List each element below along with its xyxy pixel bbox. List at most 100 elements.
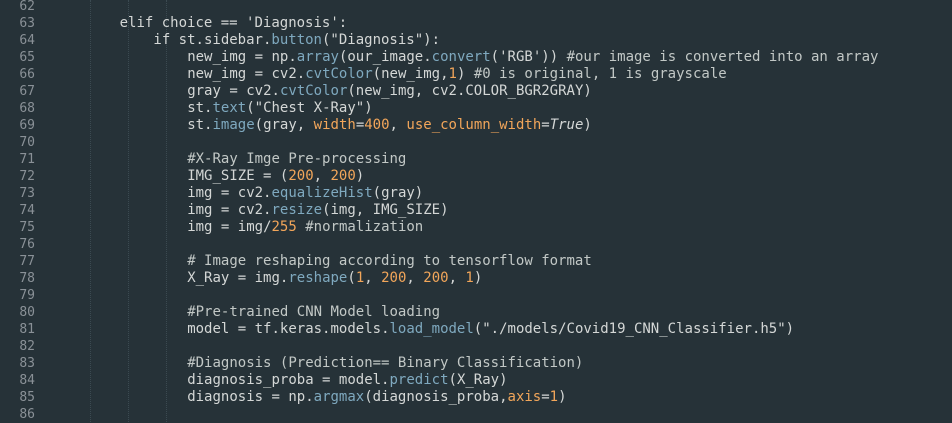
line-number: 78 [19, 271, 35, 286]
code-line[interactable]: 82 [0, 338, 952, 355]
code-line[interactable]: 83 #Diagnosis (Prediction== Binary Classi… [0, 355, 952, 372]
code-token-num: 200 [423, 270, 449, 286]
line-number: 81 [19, 322, 35, 337]
code-token-plain: tf.keras.models. [246, 321, 390, 337]
code-token-plain: ): [423, 32, 440, 48]
code-line[interactable]: 72 IMG_SIZE = (200, 200) [0, 168, 952, 185]
code-token-op: = [237, 270, 247, 286]
code-token-plain: , [389, 117, 407, 133]
code-token-str: 'Diagnosis' [246, 15, 339, 31]
code-token-str: "Diagnosis" [330, 32, 424, 48]
code-token-plain: new_img [187, 49, 255, 65]
code-token-num: 1 [465, 270, 474, 286]
code-token-num: 200 [381, 270, 407, 286]
code-text: #X-Ray Imge Pre-processing [187, 151, 406, 168]
line-number: 63 [19, 16, 35, 31]
code-token-plain: diagnosis [187, 389, 272, 405]
code-line[interactable]: 77 # Image reshaping according to tensorf… [0, 253, 952, 270]
code-token-plain: st. [187, 100, 213, 116]
code-line[interactable]: 68 st.text("Chest X-Ray") [0, 100, 952, 117]
code-token-param: axis [507, 389, 542, 405]
code-text: gray = cv2.cvtColor(new_img, cv2.COLOR_B… [187, 83, 592, 100]
code-line[interactable]: 84 diagnosis_proba = model.predict(X_Ray) [0, 372, 952, 389]
code-token-fn: reshape [288, 270, 348, 286]
code-token-fn: text [212, 100, 247, 116]
code-token-plain: img [187, 185, 221, 201]
code-text: st.text("Chest X-Ray") [187, 100, 372, 117]
code-line[interactable]: 75 img = img/255 #normalization [0, 219, 952, 236]
code-line[interactable]: 67 gray = cv2.cvtColor(new_img, cv2.COLOR… [0, 83, 952, 100]
line-number: 75 [19, 220, 35, 235]
code-token-plain: img [229, 219, 264, 235]
code-token-plain: ) [456, 66, 474, 82]
code-token-plain: ) [583, 117, 592, 133]
code-token-fn: argmax [313, 389, 365, 405]
code-line[interactable]: 85 diagnosis = np.argmax(diagnosis_proba,… [0, 389, 952, 406]
code-token-plain: np. [263, 49, 297, 65]
code-token-num: 1 [448, 66, 457, 82]
code-token-comment: #X-Ray Imge Pre-processing [187, 151, 407, 167]
code-token-plain: ( [246, 100, 255, 116]
code-line[interactable]: 81 model = tf.keras.models.load_model("./… [0, 321, 952, 338]
code-editor[interactable]: 62 63 elif choice == 'Diagnosis': 64 if st.s… [0, 0, 952, 422]
line-number: 83 [19, 356, 35, 371]
code-line[interactable]: 64 if st.sidebar.button("Diagnosis"): [0, 32, 952, 49]
code-token-param: width [313, 117, 356, 133]
line-number: 84 [19, 373, 35, 388]
code-token-op: = [229, 83, 238, 99]
code-line[interactable]: 71 #X-Ray Imge Pre-processing [0, 151, 952, 168]
code-token-plain: model. [330, 372, 390, 388]
code-text: img = cv2.equalizeHist(gray) [187, 185, 423, 202]
code-token-str: "./models/Covid19_CNN_Classifier.h5" [482, 321, 786, 337]
line-number: 70 [19, 135, 35, 150]
code-line[interactable]: 78 X_Ray = img.reshape(1, 200, 200, 1) [0, 270, 952, 287]
code-token-comment: #Pre-trained CNN Model loading [187, 304, 441, 320]
code-token-num: 1 [355, 270, 365, 286]
code-line[interactable]: 65 new_img = np.array(our_image.convert('… [0, 49, 952, 66]
code-text: model = tf.keras.models.load_model("./mo… [187, 321, 794, 338]
code-token-plain: , [406, 270, 424, 286]
line-number: 68 [19, 101, 35, 116]
code-text: diagnosis_proba = model.predict(X_Ray) [187, 372, 507, 389]
code-token-plain: IMG_SIZE [187, 168, 264, 184]
code-text: IMG_SIZE = (200, 200) [187, 168, 364, 185]
code-line[interactable]: 86 [0, 406, 952, 423]
code-line[interactable]: 73 img = cv2.equalizeHist(gray) [0, 185, 952, 202]
code-token-plain: (img, IMG_SIZE) [322, 202, 449, 218]
code-text: X_Ray = img.reshape(1, 200, 200, 1) [187, 270, 482, 287]
code-line[interactable]: 74 img = cv2.resize(img, IMG_SIZE) [0, 202, 952, 219]
code-token-fn: convert [431, 49, 491, 65]
code-line[interactable]: 76 [0, 236, 952, 253]
code-line[interactable]: 66 new_img = cv2.cvtColor(new_img,1) #0 i… [0, 66, 952, 83]
code-token-plain: ( [347, 270, 356, 286]
code-token-num: 255 [271, 219, 297, 235]
code-token-plain: if st.sidebar. [153, 32, 272, 48]
code-token-fn: button [271, 32, 322, 48]
line-number: 80 [19, 305, 35, 320]
code-token-op: = [271, 389, 280, 405]
code-token-plain: ( [490, 49, 500, 65]
code-token-plain: cv2. [229, 185, 272, 201]
code-token-op: = [355, 117, 365, 133]
code-token-comment: # Image reshaping according to tensorflo… [187, 253, 592, 269]
line-number: 74 [19, 203, 35, 218]
code-token-fn: image [212, 117, 255, 133]
line-number: 71 [19, 152, 35, 167]
code-token-plain: (gray) [372, 185, 424, 201]
code-token-plain: ( [271, 168, 289, 184]
code-token-fn: cvtColor [305, 66, 373, 82]
code-token-plain: , [364, 270, 382, 286]
code-token-plain: (gray, [254, 117, 314, 133]
code-token-plain: cv2. [263, 66, 306, 82]
code-token-fn: cvtColor [279, 83, 348, 99]
code-line[interactable]: 62 [0, 0, 952, 15]
code-token-plain: img [187, 202, 221, 218]
code-line[interactable]: 63 elif choice == 'Diagnosis': [0, 15, 952, 32]
code-line[interactable]: 79 [0, 287, 952, 304]
code-line[interactable]: 70 [0, 134, 952, 151]
code-line[interactable]: 80 #Pre-trained CNN Model loading [0, 304, 952, 321]
code-line[interactable]: 69 st.image(gray, width=400, use_column_w… [0, 117, 952, 134]
line-number: 76 [19, 237, 35, 252]
